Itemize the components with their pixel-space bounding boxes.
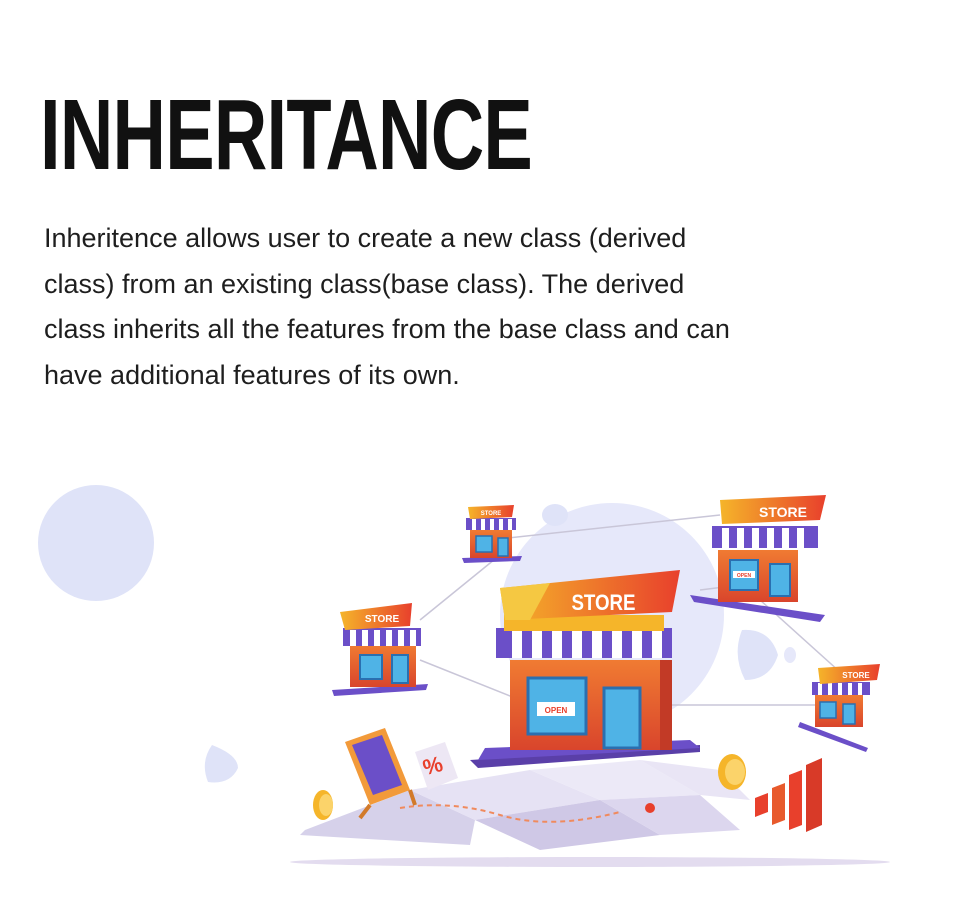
decor-dot-right: [784, 647, 796, 663]
main-store-icon: OPEN STORE: [470, 570, 700, 768]
decor-blob-small-top: [542, 504, 568, 526]
main-store-door-sign: OPEN: [545, 706, 568, 715]
decor-circle-left: [38, 485, 154, 601]
store-top-left-icon: STORE: [462, 505, 522, 563]
store-top-right-icon: OPEN STORE: [690, 495, 826, 622]
store-left-icon: STORE: [332, 603, 428, 696]
store-top-left-sign: STORE: [481, 511, 502, 517]
store-left-sign: STORE: [365, 614, 400, 625]
ground-shadow: [290, 857, 890, 867]
decor-blob-right: [737, 629, 778, 680]
description-line: Inheritence allows user to create a new …: [44, 223, 687, 253]
store-right-icon: STORE: [798, 664, 880, 752]
decor-blob-bottom-left: [204, 745, 238, 783]
coin-icon-right: [718, 754, 746, 790]
description-line: class) from an existing class(base class…: [44, 268, 685, 299]
page-title: INHERITANCE: [40, 79, 533, 191]
bar-chart-icon: [755, 758, 822, 832]
store-right-sign: STORE: [842, 671, 870, 680]
description-paragraph: Inheritence allows user to create a new …: [44, 216, 864, 398]
store-top-right-door-sign: OPEN: [737, 573, 752, 579]
description-line: have additional features of its own.: [44, 359, 460, 390]
description-line: class inherits all the features from the…: [44, 314, 730, 344]
main-store-sign: STORE: [571, 592, 635, 616]
stores-network-illustration: % OPEN STORE OPEN STORE STORE STORE STOR…: [38, 485, 890, 867]
discount-card-icon: %: [415, 742, 458, 790]
coin-icon-left: [313, 790, 333, 820]
store-top-right-sign: STORE: [759, 504, 807, 520]
